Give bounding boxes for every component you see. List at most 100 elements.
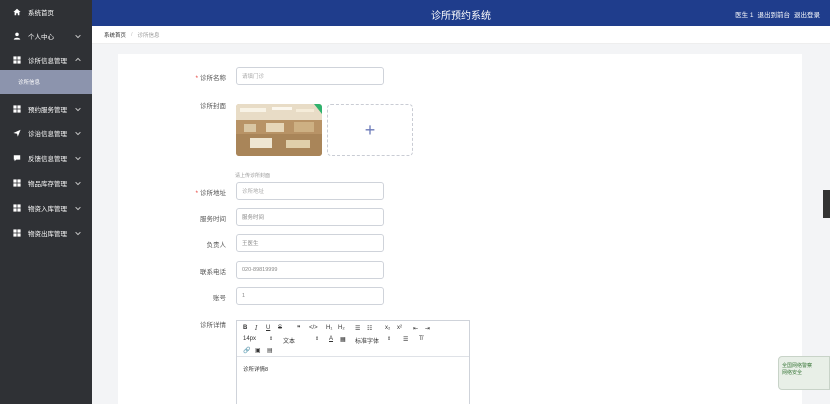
- grid-icon: [12, 105, 22, 113]
- chevron-down-icon: [74, 32, 82, 40]
- sidebar-item-inventory[interactable]: 物品库存管理: [0, 171, 92, 195]
- chevron-down-icon: [74, 179, 82, 187]
- detail-label: 诊所详情: [200, 322, 226, 329]
- chevron-down-icon: [74, 229, 82, 237]
- sidebar: 系统首页 个人中心 诊所信息管理 诊所信息 预约服务管理 诊治信息管理 反馈信息…: [0, 0, 92, 404]
- sidebar-item-feedback[interactable]: 反馈信息管理: [0, 146, 92, 170]
- align-icon[interactable]: ☰: [403, 336, 408, 343]
- font-size-select[interactable]: 14px: [243, 336, 256, 342]
- sidebar-item-diagnosis[interactable]: 诊治信息管理: [0, 121, 92, 145]
- form-card: * 诊所名称 请填门诊 诊所封面 + 请上传诊所封面 * 诊所地址 诊所地址 服…: [118, 54, 802, 404]
- breadcrumb-home[interactable]: 系统首页: [104, 31, 126, 39]
- breadcrumb: 系统首页 / 诊所信息: [92, 26, 830, 44]
- image-icon[interactable]: ▣: [255, 347, 261, 354]
- plus-icon: +: [364, 119, 376, 140]
- sidebar-item-label: 物资出库管理: [28, 231, 67, 238]
- upload-hint: 请上传诊所封面: [235, 173, 271, 179]
- widget-line: 全国网络警察: [782, 363, 813, 369]
- grid-icon: [12, 229, 22, 237]
- underline-button[interactable]: U: [266, 325, 270, 331]
- clinic-cover-image[interactable]: [236, 104, 322, 156]
- app-title: 诊所预约系统: [431, 11, 491, 22]
- h2-button[interactable]: H₂: [338, 325, 345, 331]
- grid-icon: [12, 204, 22, 212]
- sidebar-item-appointment[interactable]: 预约服务管理: [0, 97, 92, 121]
- hours-label: 服务时间: [200, 216, 226, 223]
- chat-icon: [12, 154, 22, 162]
- clear-format-icon[interactable]: T̸: [419, 336, 423, 342]
- sidebar-item-label: 预约服务管理: [28, 107, 67, 114]
- manager-label: 负责人: [206, 242, 227, 249]
- sidebar-subitem-clinic-info[interactable]: 诊所信息: [0, 70, 92, 94]
- user-icon: [12, 32, 22, 40]
- account-input[interactable]: 1: [236, 287, 384, 305]
- address-label: * 诊所地址: [195, 190, 226, 197]
- breadcrumb-separator: /: [131, 31, 133, 38]
- user-name: 医生 1: [735, 12, 754, 19]
- sidebar-item-home[interactable]: 系统首页: [0, 0, 92, 24]
- chevron-up-icon: [74, 56, 82, 64]
- phone-input[interactable]: 020-89819999: [236, 261, 384, 279]
- grid-icon: [12, 56, 22, 64]
- breadcrumb-current: 诊所信息: [137, 32, 160, 39]
- sidebar-item-label: 物资入库管理: [28, 206, 67, 213]
- cover-label: 诊所封面: [200, 103, 226, 110]
- grid-icon: [12, 179, 22, 187]
- clinic-name-input[interactable]: 请填门诊: [236, 67, 384, 85]
- home-icon: [12, 8, 22, 16]
- background-color-icon[interactable]: ▦: [340, 336, 346, 343]
- strike-button[interactable]: S: [278, 325, 282, 331]
- chevron-updown-icon: ⇕: [315, 336, 320, 342]
- font-color-icon[interactable]: A: [329, 336, 333, 342]
- indent-right-icon[interactable]: ⇥: [425, 325, 430, 332]
- link-icon[interactable]: 🔗: [243, 347, 250, 354]
- chevron-updown-icon: ⇕: [269, 336, 274, 342]
- code-icon[interactable]: </>: [309, 325, 318, 331]
- to-frontend-link[interactable]: 退出到前台: [758, 9, 791, 19]
- rich-text-editor[interactable]: B I U S ❞ </> H₁ H₂ ☰ ☷ x₂ x² ⇤ ⇥ 14px ⇕…: [236, 320, 470, 404]
- sidebar-item-stock-out[interactable]: 物资出库管理: [0, 221, 92, 245]
- text-type-select[interactable]: 文本: [283, 336, 295, 345]
- sidebar-item-label: 系统首页: [28, 10, 54, 17]
- widget-line: 网络安全: [782, 370, 803, 376]
- h1-button[interactable]: H₁: [326, 325, 332, 331]
- quote-icon[interactable]: ❞: [297, 325, 301, 332]
- bullet-list-icon[interactable]: ☷: [367, 325, 372, 332]
- sidebar-item-label: 个人中心: [28, 34, 54, 41]
- font-family-select[interactable]: 标准字体: [355, 336, 379, 345]
- chevron-updown-icon: ⇕: [387, 336, 392, 342]
- service-hours-input[interactable]: 服务时间: [236, 208, 384, 226]
- sidebar-item-label: 物品库存管理: [28, 181, 67, 188]
- editor-content[interactable]: 诊所详情8: [243, 365, 268, 373]
- main-area: * 诊所名称 请填门诊 诊所封面 + 请上传诊所封面 * 诊所地址 诊所地址 服…: [92, 44, 830, 404]
- upload-cover-button[interactable]: +: [327, 104, 413, 156]
- sidebar-item-stock-in[interactable]: 物资入库管理: [0, 196, 92, 220]
- chevron-down-icon: [74, 105, 82, 113]
- floating-widget[interactable]: 全国网络警察 网络安全: [778, 356, 830, 390]
- subscript-button[interactable]: x₂: [385, 325, 390, 331]
- chevron-down-icon: [74, 204, 82, 212]
- send-icon: [12, 129, 22, 137]
- chevron-down-icon: [74, 129, 82, 137]
- video-icon[interactable]: ▤: [267, 347, 273, 354]
- sidebar-item-profile[interactable]: 个人中心: [0, 24, 92, 48]
- name-label: * 诊所名称: [195, 75, 226, 82]
- sidebar-item-label: 反馈信息管理: [28, 156, 67, 163]
- account-label: 账号: [213, 295, 226, 302]
- clinic-address-input[interactable]: 诊所地址: [236, 182, 384, 200]
- editor-toolbar: B I U S ❞ </> H₁ H₂ ☰ ☷ x₂ x² ⇤ ⇥ 14px ⇕…: [237, 321, 469, 357]
- italic-button[interactable]: I: [255, 325, 257, 332]
- top-bar: 诊所预约系统 医生 1 退出到前台 退出登录: [92, 0, 830, 26]
- chevron-down-icon: [74, 154, 82, 162]
- sidebar-item-label: 诊治信息管理: [28, 131, 67, 138]
- sidebar-item-clinic[interactable]: 诊所信息管理: [0, 48, 92, 72]
- indent-left-icon[interactable]: ⇤: [413, 325, 418, 332]
- manager-input[interactable]: 王医生: [236, 234, 384, 252]
- superscript-button[interactable]: x²: [397, 325, 402, 331]
- logout-link[interactable]: 退出登录: [794, 9, 820, 19]
- phone-label: 联系电话: [200, 269, 226, 276]
- sidebar-item-label: 诊所信息管理: [28, 58, 67, 65]
- side-tab[interactable]: [823, 190, 830, 218]
- ordered-list-icon[interactable]: ☰: [355, 325, 360, 332]
- bold-button[interactable]: B: [243, 325, 247, 331]
